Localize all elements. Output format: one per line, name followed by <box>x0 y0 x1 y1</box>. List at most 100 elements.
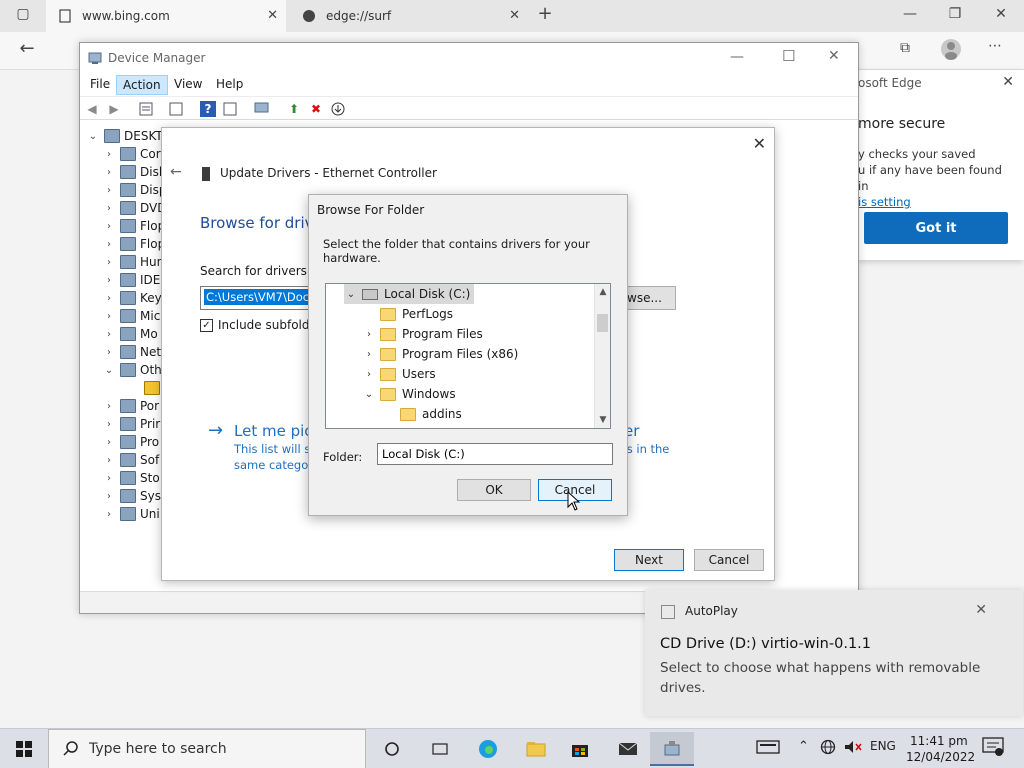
device-tree-item[interactable]: › Prir <box>102 415 160 433</box>
driver-path-input[interactable]: C:\Users\VM7\Docu <box>200 286 322 310</box>
folder-tree-item[interactable]: addins <box>382 404 462 424</box>
autoplay-notification[interactable]: AutoPlay ✕ CD Drive (D:) virtio-win-0.1.… <box>645 590 1023 716</box>
list-icon[interactable] <box>168 101 184 117</box>
wizard-cancel-button[interactable]: Cancel <box>694 549 764 571</box>
file-explorer-icon[interactable] <box>522 735 550 763</box>
chevron-right-icon[interactable]: › <box>102 509 116 520</box>
restore-icon[interactable]: ❐ <box>940 6 970 22</box>
tab-actions-icon[interactable]: ▢ <box>8 6 38 22</box>
minimize-icon[interactable]: — <box>895 6 925 22</box>
scroll-thumb[interactable] <box>597 314 608 332</box>
notifications-icon[interactable] <box>982 737 1004 761</box>
chevron-right-icon[interactable]: › <box>102 203 116 214</box>
chevron-down-icon[interactable]: ⌄ <box>102 365 116 376</box>
vertical-scrollbar[interactable]: ▲ ▼ <box>594 284 610 428</box>
device-tree-item[interactable]: › Flop <box>102 217 165 235</box>
chevron-right-icon[interactable]: › <box>102 419 116 430</box>
chevron-right-icon[interactable]: › <box>102 221 116 232</box>
more-icon[interactable]: ⋯ <box>980 38 1010 54</box>
chevron-down-icon[interactable]: ⌄ <box>86 131 100 142</box>
folder-tree-item[interactable]: › Program Files (x86) <box>362 344 518 364</box>
new-tab-icon[interactable]: + <box>530 3 560 24</box>
device-tree-item[interactable]: ⌄ Oth <box>102 361 162 379</box>
chevron-right-icon[interactable]: › <box>102 275 116 286</box>
volume-muted-icon[interactable] <box>844 739 862 759</box>
popup-close-icon[interactable]: ✕ <box>1002 74 1014 90</box>
device-tree-item[interactable]: › Pro <box>102 433 159 451</box>
close-icon[interactable]: ✕ <box>753 134 766 153</box>
start-button[interactable] <box>0 729 48 768</box>
uninstall-icon[interactable]: ✖ <box>308 101 324 117</box>
folder-tree-item[interactable]: PerfLogs <box>362 304 453 324</box>
chevron-right-icon[interactable]: › <box>362 369 376 380</box>
minimize-icon[interactable]: — <box>730 49 744 65</box>
chevron-right-icon[interactable]: › <box>362 349 376 360</box>
chevron-right-icon[interactable]: › <box>102 149 116 160</box>
language-indicator[interactable]: ENG <box>870 739 896 753</box>
chevron-right-icon[interactable]: › <box>102 239 116 250</box>
menu-view[interactable]: View <box>168 75 208 95</box>
properties-icon[interactable] <box>138 101 154 117</box>
device-tree-item[interactable] <box>126 379 164 397</box>
device-tree-item[interactable]: › Flop <box>102 235 165 253</box>
ok-button[interactable]: OK <box>457 479 531 501</box>
mail-icon[interactable] <box>614 735 642 763</box>
chevron-right-icon[interactable]: › <box>102 293 116 304</box>
view-icon[interactable] <box>222 101 238 117</box>
close-tab-icon[interactable]: ✕ <box>267 8 278 23</box>
back-arrow-icon[interactable]: ← <box>12 38 42 59</box>
chevron-down-icon[interactable]: ⌄ <box>344 289 358 300</box>
popup-settings-link[interactable]: is setting <box>858 194 1008 210</box>
device-tree-item[interactable]: › Cor <box>102 145 161 163</box>
device-tree-item[interactable]: › IDE <box>102 271 160 289</box>
help-icon[interactable]: ? <box>200 101 216 117</box>
browse-button[interactable]: wse... <box>622 286 676 310</box>
device-tree-item[interactable]: › Uni <box>102 505 160 523</box>
chevron-right-icon[interactable]: › <box>102 455 116 466</box>
scroll-down-icon[interactable]: ▼ <box>595 412 610 428</box>
taskbar-search[interactable]: Type here to search <box>48 729 366 768</box>
update-driver-icon[interactable]: ⬆ <box>286 101 302 117</box>
download-icon[interactable] <box>330 101 346 117</box>
chevron-right-icon[interactable]: › <box>102 167 116 178</box>
chevron-right-icon[interactable]: › <box>102 257 116 268</box>
folder-tree-item[interactable]: › Users <box>362 364 436 384</box>
close-tab-icon[interactable]: ✕ <box>509 8 520 23</box>
forward-icon[interactable]: ▶ <box>106 101 122 117</box>
device-tree-item[interactable]: › Disp <box>102 181 166 199</box>
clock-time[interactable]: 11:41 pm <box>910 734 968 748</box>
back-arrow-icon[interactable]: ← <box>170 164 182 180</box>
chevron-right-icon[interactable]: › <box>102 401 116 412</box>
scroll-up-icon[interactable]: ▲ <box>595 284 610 300</box>
chevron-up-icon[interactable]: ⌃ <box>798 739 809 754</box>
close-icon[interactable]: ✕ <box>828 48 840 64</box>
device-tree-item[interactable]: › Mo <box>102 325 158 343</box>
chevron-down-icon[interactable]: ⌄ <box>362 389 376 400</box>
chevron-right-icon[interactable]: › <box>102 329 116 340</box>
collections-icon[interactable]: ⧉ <box>890 40 920 56</box>
folder-tree-item[interactable]: ⌄ Local Disk (C:) <box>344 284 475 304</box>
scan-hardware-icon[interactable] <box>254 101 270 117</box>
device-tree-item[interactable]: › Disl <box>102 163 162 181</box>
device-tree-item[interactable]: › Net <box>102 343 161 361</box>
device-tree-item[interactable]: ⌄ DESKTO <box>86 127 172 145</box>
network-icon[interactable] <box>820 739 836 759</box>
close-icon[interactable]: ✕ <box>986 6 1016 22</box>
device-tree-item[interactable]: › Sof <box>102 451 159 469</box>
device-tree-item[interactable]: › Sys <box>102 487 161 505</box>
device-tree-item[interactable]: › DVD <box>102 199 166 217</box>
chevron-right-icon[interactable]: › <box>102 185 116 196</box>
include-subfolders-checkbox[interactable]: ✓ Include subfolder <box>200 318 322 332</box>
folder-tree[interactable]: ⌄ Local Disk (C:) PerfLogs › Program Files › P… <box>325 283 611 429</box>
task-view-icon[interactable] <box>426 735 454 763</box>
chevron-right-icon[interactable]: › <box>102 473 116 484</box>
folder-tree-item[interactable]: ⌄ Windows <box>362 384 456 404</box>
folder-tree-item[interactable]: › Program Files <box>362 324 483 344</box>
device-tree-item[interactable]: › Key <box>102 289 162 307</box>
action-icon[interactable] <box>756 739 780 759</box>
chevron-right-icon[interactable]: › <box>102 347 116 358</box>
back-icon[interactable]: ◀ <box>84 101 100 117</box>
clock-date[interactable]: 12/04/2022 <box>906 750 975 764</box>
menu-help[interactable]: Help <box>210 75 249 95</box>
chevron-right-icon[interactable]: › <box>102 491 116 502</box>
